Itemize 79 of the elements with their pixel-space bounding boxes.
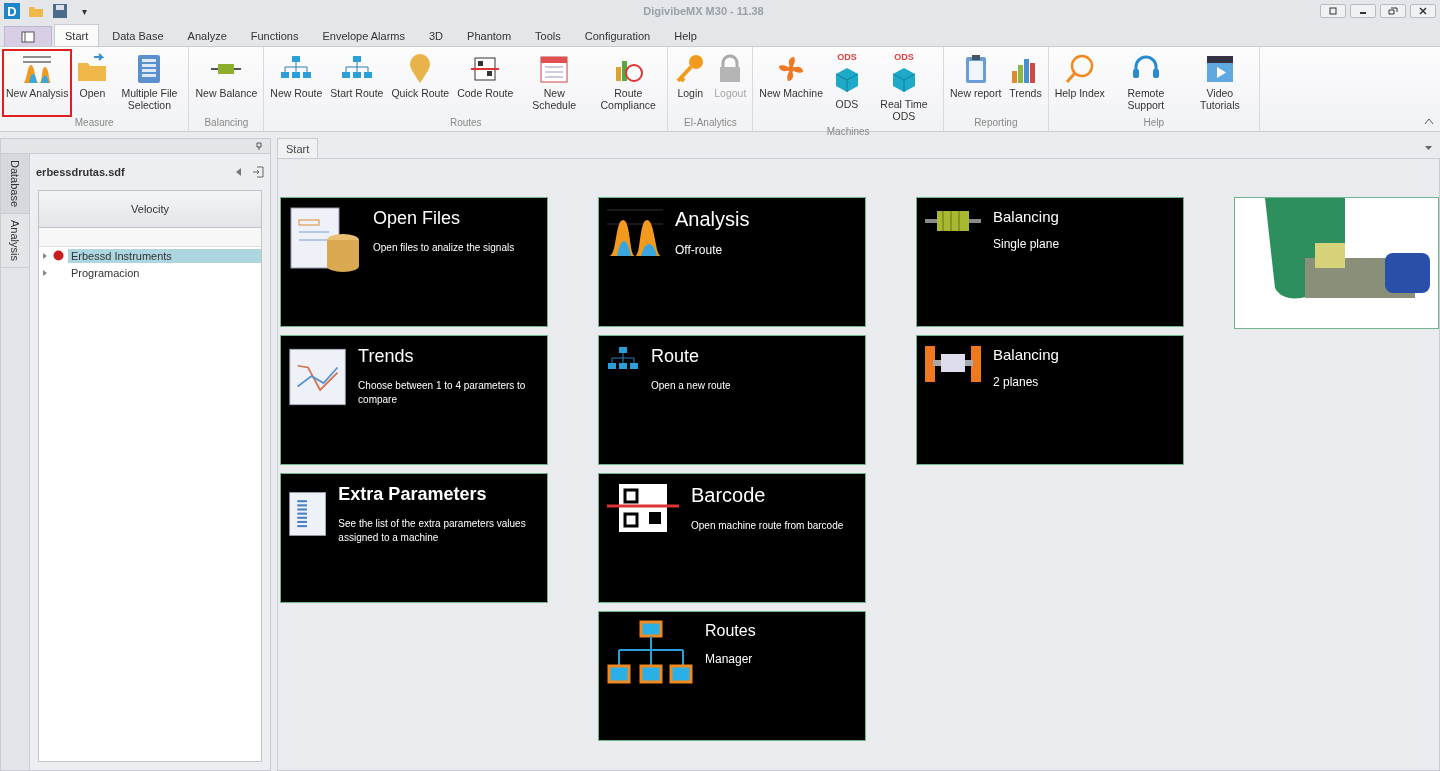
quick-access-menu[interactable]: ▾ [82, 5, 87, 17]
document-tab[interactable]: Start [277, 138, 319, 158]
peaks-chart-icon [607, 206, 663, 258]
close-button[interactable] [1410, 4, 1436, 18]
dropdown-arrow-icon[interactable] [1425, 146, 1432, 150]
ribbon-button[interactable]: ODS Real Time ODS [867, 49, 941, 126]
ribbon-button[interactable]: Remote Support [1108, 49, 1183, 117]
status-dot-icon [53, 250, 64, 261]
ribbon-tab[interactable]: Help [663, 24, 708, 46]
shortcut-tile[interactable]: Routes Manager [598, 611, 866, 741]
ribbon-button[interactable]: ODS ODS [827, 49, 867, 126]
ribbon-button[interactable]: New Analysis [2, 49, 73, 117]
document-database-icon [289, 206, 361, 274]
ribbon-button[interactable]: Video Tutorials [1182, 49, 1257, 117]
ribbon-group-label: Measure [73, 117, 115, 130]
side-tab[interactable]: Database [1, 154, 29, 215]
app-logo[interactable]: D [4, 3, 20, 19]
ribbon-button[interactable]: New report [946, 49, 1006, 117]
close-icon [1418, 7, 1428, 15]
tree-item[interactable]: Programacion [68, 265, 261, 280]
window-icon [21, 30, 35, 43]
ribbon-tab[interactable]: Tools [524, 24, 572, 46]
minimize-button[interactable] [1350, 4, 1376, 18]
shortcut-tile[interactable]: Extra Parameters See the list of the extra parameters values assigned to a machine [280, 473, 548, 603]
help-magnifier-icon [1063, 53, 1096, 85]
shortcut-tile[interactable]: Barcode Open machine route from barcode [598, 473, 866, 603]
restore-icon [1388, 7, 1398, 15]
dock-icon[interactable] [252, 166, 264, 178]
ribbon-group-label: EI-Analytics [682, 117, 738, 130]
rotor-supports-icon [925, 344, 981, 384]
application-menu-button[interactable] [4, 26, 52, 46]
shortcut-tile[interactable]: Balancing Single plane [916, 197, 1184, 327]
column-header: Velocity [39, 191, 261, 228]
shortcut-tile[interactable]: Trends Choose between 1 to 4 parameters to compare [280, 335, 548, 465]
ribbon-button[interactable]: Multiple File Selection [112, 49, 187, 117]
ribbon-button[interactable]: Help Index [1050, 49, 1109, 117]
qr-code-icon [607, 482, 679, 534]
ribbon-tab[interactable]: Analyze [176, 24, 238, 46]
ribbon-button[interactable]: New Balance [191, 49, 262, 117]
ribbon-tab[interactable]: 3D [418, 24, 455, 46]
window-title: DigivibeMX M30 - 11.38 [642, 5, 765, 17]
pin-icon[interactable] [256, 142, 262, 150]
ribbon-button[interactable]: Route Compliance [591, 49, 666, 117]
ribbon-group-label: Balancing [203, 117, 250, 130]
ribbon-button[interactable]: New Route [266, 49, 327, 117]
ribbon-button[interactable]: Quick Route [387, 49, 454, 117]
ribbon-tab[interactable]: Envelope Alarms [311, 24, 416, 46]
shortcut-tile[interactable]: Route Open a new route [598, 335, 866, 465]
ribbon-tab[interactable]: Data Base [101, 24, 175, 46]
ods-label: ODS [894, 53, 914, 62]
ribbon-group-label: Help [1142, 117, 1166, 130]
collapse-ribbon-icon[interactable] [1424, 117, 1434, 125]
tree-item[interactable]: Erbessd Instruments [68, 248, 261, 263]
peaks-chart-icon [21, 53, 54, 85]
ribbon-tab[interactable]: Phantom [456, 24, 523, 46]
ribbon-tab[interactable]: Start [54, 24, 100, 46]
shortcut-tile[interactable]: Balancing 2 planes [916, 335, 1184, 465]
expand-arrow-icon[interactable] [43, 252, 49, 259]
expand-arrow-icon[interactable] [43, 269, 49, 276]
ribbon-button[interactable]: Start Route [326, 49, 388, 117]
ods-label: ODS [837, 53, 857, 62]
ribbon-button[interactable]: New Schedule [517, 49, 592, 117]
ribbon-button[interactable]: Trends [1005, 49, 1046, 117]
calendar-icon [538, 53, 571, 85]
ribbon-button[interactable]: New Machine [755, 49, 827, 126]
ribbon-tab[interactable]: Configuration [573, 24, 662, 46]
ribbon-group-label: Routes [448, 117, 483, 130]
ribbon-group-label: Machines [825, 126, 871, 137]
fullscreen-icon [1328, 7, 1338, 15]
shortcut-tile[interactable]: Analysis Off-route [598, 197, 866, 327]
shortcut-tile[interactable]: Open Files Open files to analize the signals [280, 197, 548, 327]
panel-title: erbessdrutas.sdf [36, 166, 126, 178]
left-arrow-icon[interactable] [236, 168, 242, 176]
ribbon-button[interactable]: Code Route [453, 49, 518, 117]
ribbon-tab[interactable]: Functions [239, 24, 310, 46]
ribbon-group-label: Reporting [973, 117, 1019, 130]
save-icon[interactable] [52, 3, 68, 19]
ribbon-button[interactable]: Login [670, 49, 711, 117]
ribbon-button[interactable]: Open [72, 49, 113, 117]
